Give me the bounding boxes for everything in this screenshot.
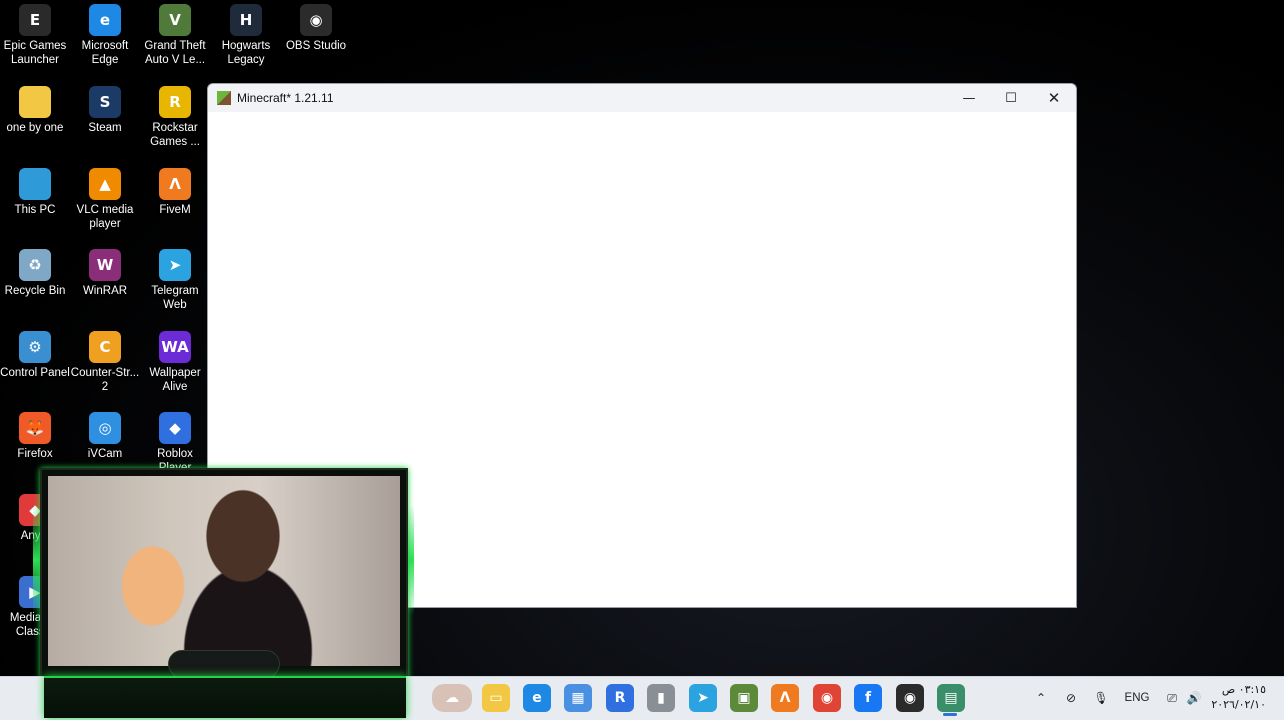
desktop-icon[interactable]: ➤ Telegram Web [140, 249, 210, 312]
obs-icon: ◉ [300, 4, 332, 36]
firefox-icon: 🦊 [19, 412, 51, 444]
usb-drive-icon[interactable]: ▮ [647, 684, 675, 712]
desktop-icon[interactable]: R Rockstar Games ... [140, 86, 210, 149]
desktop-icon-label: Hogwarts Legacy [221, 40, 271, 66]
desktop-icon[interactable]: This PC [0, 168, 70, 217]
close-button[interactable]: ✕ [1032, 84, 1076, 112]
fivem-icon[interactable]: Λ [771, 684, 799, 712]
edge-icon[interactable]: e [523, 684, 551, 712]
show-hidden-icons-button[interactable]: ⌃ [1032, 687, 1050, 709]
window-title: Minecraft* 1.21.11 [237, 91, 334, 105]
webcam-video [48, 476, 400, 666]
minimize-button[interactable]: — [947, 84, 991, 112]
desktop-icon-label: Steam [88, 122, 122, 134]
hogwarts-icon: H [230, 4, 262, 36]
webcam-frame-notch [168, 650, 280, 678]
desktop-icon-label: Rockstar Games ... [150, 122, 200, 148]
weather-icon[interactable]: ☁ [432, 684, 472, 712]
desktop-icon[interactable]: one by one [0, 86, 70, 135]
file-explorer-icon[interactable]: ▭ [482, 684, 510, 712]
folder-icon [19, 86, 51, 118]
clock-time: ٠٣:١٥ ص [1221, 683, 1266, 696]
desktop-icon[interactable]: S Steam [70, 86, 140, 135]
desktop-icon[interactable]: 🦊 Firefox [0, 412, 70, 461]
desktop-icon-label: Epic Games Launcher [3, 40, 67, 66]
desktop-icon-label: WinRAR [82, 285, 128, 297]
input-language[interactable]: ENG [1122, 687, 1152, 709]
desktop-icon-label: This PC [14, 204, 56, 216]
desktop-icon[interactable]: Λ FiveM [140, 168, 210, 217]
desktop-icon-label: OBS Studio [285, 40, 347, 52]
fivem-icon: Λ [159, 168, 191, 200]
steam-icon: S [89, 86, 121, 118]
minecraft-window-icon[interactable]: ▤ [937, 684, 965, 712]
desktop-icon[interactable]: V Grand Theft Auto V Le... [140, 4, 210, 67]
recycle-bin-icon: ♻ [19, 249, 51, 281]
clock-date: ٢٠٢٦/٠٢/١٠ [1211, 698, 1266, 711]
desktop-icon[interactable]: H Hogwarts Legacy [211, 4, 281, 67]
network-icon[interactable]: ⊘ [1061, 687, 1081, 709]
wallpaper-alive-icon: WA [159, 331, 191, 363]
facebook-icon[interactable]: f [854, 684, 882, 712]
volume-icon[interactable]: 🔊 [1184, 687, 1204, 709]
desktop-icon[interactable]: ♻ Recycle Bin [0, 249, 70, 298]
desktop-icon-label: Microsoft Edge [81, 40, 129, 66]
ivcam-icon: ◎ [89, 412, 121, 444]
desktop-icon-label: Recycle Bin [4, 285, 66, 297]
desktop-icon[interactable]: W WinRAR [70, 249, 140, 298]
telegram-icon: ➤ [159, 249, 191, 281]
desktop-icon[interactable]: WA Wallpaper Alive [140, 331, 210, 394]
desktop-icon[interactable]: ◉ OBS Studio [281, 4, 351, 53]
desktop-icon-label: iVCam [87, 448, 123, 460]
desktop-icon[interactable]: C Counter-Str... 2 [70, 331, 140, 394]
desktop-icon[interactable]: E Epic Games Launcher [0, 4, 70, 67]
desktop-icon[interactable]: ▲ VLC media player [70, 168, 140, 231]
epic-games-icon: E [19, 4, 51, 36]
desktop-icon-label: Control Panel [0, 367, 70, 379]
desktop-icon[interactable]: ◎ iVCam [70, 412, 140, 461]
desktop-icon-label: Wallpaper Alive [149, 367, 201, 393]
webcam-frame-bottom [44, 676, 406, 718]
rockstar-icon: R [159, 86, 191, 118]
roblox-icon: ◆ [159, 412, 191, 444]
desktop-icon[interactable]: e Microsoft Edge [70, 4, 140, 67]
window-titlebar[interactable]: Minecraft* 1.21.11 — ☐ ✕ [208, 84, 1076, 112]
minecraft-launcher-icon[interactable]: ▣ [730, 684, 758, 712]
gta-icon: V [159, 4, 191, 36]
telegram-icon[interactable]: ➤ [689, 684, 717, 712]
chrome-icon[interactable]: ◉ [813, 684, 841, 712]
system-clock[interactable]: ٠٣:١٥ ص ٢٠٢٦/٠٢/١٠ [1211, 682, 1266, 712]
desktop-icon-label: Firefox [17, 448, 53, 460]
active-window-indicator [943, 713, 957, 716]
maximize-button[interactable]: ☐ [989, 84, 1033, 112]
desktop-icon[interactable]: ◆Roblox Player [140, 412, 210, 475]
monitor-icon [19, 168, 51, 200]
desktop-icon[interactable]: ⚙ Control Panel [0, 331, 70, 380]
desktop-icon-label: Counter-Str... 2 [70, 367, 140, 393]
desktop-icon-label: FiveM [159, 204, 191, 216]
counter-strike-icon: C [89, 331, 121, 363]
desktop-icon-label: Grand Theft Auto V Le... [144, 40, 206, 66]
minecraft-icon [217, 91, 231, 105]
desktop-icon-label: one by one [6, 122, 64, 134]
obs-icon[interactable]: ◉ [896, 684, 924, 712]
control-panel-icon: ⚙ [19, 331, 51, 363]
edge-icon: e [89, 4, 121, 36]
microsoft-store-icon[interactable]: ▦ [564, 684, 592, 712]
desktop-icon-label: Telegram Web [151, 285, 199, 311]
desktop-icon-label: VLC media player [76, 204, 134, 230]
display-icon[interactable]: ⎚ [1162, 687, 1182, 709]
rockstar-launcher-icon[interactable]: R [606, 684, 634, 712]
vlc-icon: ▲ [89, 168, 121, 200]
winrar-icon: W [89, 249, 121, 281]
microphone-icon[interactable]: 🎙 [1092, 687, 1110, 709]
